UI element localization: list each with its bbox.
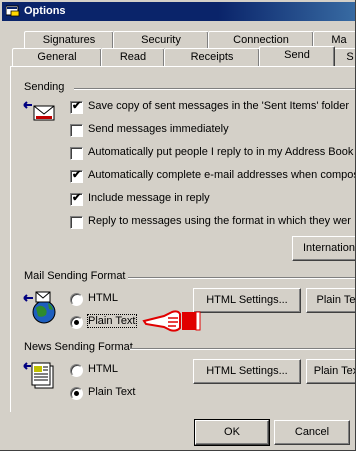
news-html-settings-button[interactable]: HTML Settings... [193, 359, 301, 384]
tab-receipts-label: Receipts [190, 51, 234, 63]
reply-format-checkbox[interactable] [70, 216, 83, 229]
save-copy-checkbox[interactable]: ✔ [70, 100, 83, 114]
radio-selected-dot [74, 320, 79, 325]
tab-send[interactable]: Send [259, 46, 335, 66]
ok-button[interactable]: OK [194, 419, 270, 446]
tab-security-label: Security [141, 34, 181, 46]
mail-html-label: HTML [88, 292, 118, 304]
checkmark: ✔ [72, 169, 82, 181]
checkmark: ✔ [72, 192, 82, 204]
tab-read[interactable]: Read [101, 48, 165, 66]
tab-send-label: Send [284, 49, 310, 61]
international-settings-button[interactable]: Internation [292, 236, 355, 261]
tab-general-label: General [37, 51, 77, 63]
news-plain-text-radio[interactable] [70, 387, 83, 400]
tab-signatures[interactable]: Signatures [24, 31, 114, 49]
mail-html-radio[interactable] [70, 293, 83, 306]
tab-read-label: Read [119, 51, 147, 63]
tab-security[interactable]: Security [113, 31, 209, 49]
radio-selected-dot [74, 391, 79, 396]
send-envelope-icon [23, 101, 55, 121]
auto-add-address-checkbox[interactable] [70, 147, 83, 160]
save-copy-label: Save copy of sent messages in the 'Sent … [88, 100, 350, 112]
globe-mail-icon [23, 291, 56, 324]
sending-divider [74, 88, 355, 90]
news-plain-text-label: Plain Text [88, 386, 136, 398]
tab-connection-label: Connection [233, 34, 289, 46]
auto-complete-checkbox[interactable]: ✔ [70, 169, 83, 183]
checkmark: ✔ [72, 100, 82, 112]
window-title: Options [24, 5, 66, 17]
tab-general[interactable]: General [12, 48, 102, 66]
options-window-icon [6, 5, 20, 17]
mail-format-divider [128, 277, 355, 279]
mail-plain-text-label: Plain Text [87, 314, 137, 328]
tab-spelling-label: S [346, 51, 354, 63]
sending-heading: Sending [24, 81, 65, 93]
news-plain-text-settings-button[interactable]: Plain Tex [306, 359, 355, 384]
news-format-heading: News Sending Format [24, 341, 133, 353]
news-html-label: HTML [88, 363, 118, 375]
tab-signatures-label: Signatures [42, 34, 96, 46]
news-html-radio[interactable] [70, 364, 83, 377]
options-dialog: Options Signatures Security Connection M… [0, 0, 356, 451]
title-bar[interactable]: Options [2, 2, 355, 21]
pointing-hand-icon [142, 310, 201, 332]
tab-receipts[interactable]: Receipts [164, 48, 260, 66]
mail-plain-text-radio[interactable] [70, 316, 83, 329]
reply-format-label: Reply to messages using the format in wh… [88, 215, 351, 227]
tab-spelling[interactable]: S [334, 48, 355, 66]
mail-plain-text-settings-button[interactable]: Plain Te [306, 288, 355, 313]
tab-maintenance-label: Ma [331, 34, 347, 46]
news-doc-icon [23, 362, 54, 389]
send-immediately-label: Send messages immediately [88, 123, 229, 135]
mail-html-settings-button[interactable]: HTML Settings... [193, 288, 301, 313]
auto-complete-label: Automatically complete e-mail addresses … [88, 169, 356, 181]
include-message-checkbox[interactable]: ✔ [70, 192, 83, 206]
news-format-divider [130, 348, 355, 350]
send-immediately-checkbox[interactable] [70, 124, 83, 137]
auto-add-address-label: Automatically put people I reply to in m… [88, 146, 354, 158]
cancel-button[interactable]: Cancel [274, 420, 350, 445]
include-message-label: Include message in reply [88, 192, 210, 204]
mail-format-heading: Mail Sending Format [24, 270, 126, 282]
